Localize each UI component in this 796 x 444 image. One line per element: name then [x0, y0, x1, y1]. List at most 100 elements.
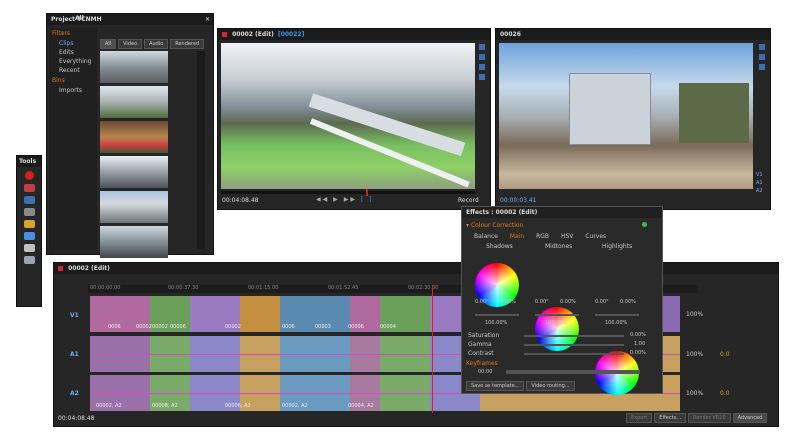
track-header-v1[interactable]: V1 [70, 312, 79, 319]
midtones-level-slider[interactable] [535, 314, 579, 316]
advanced-button[interactable]: Advanced [732, 413, 768, 423]
audio-icon[interactable] [479, 64, 485, 70]
clip-thumbnail[interactable] [100, 226, 168, 258]
track-a2-button[interactable]: A2 [756, 187, 763, 195]
keyframe-time[interactable]: 00:00 [478, 369, 492, 375]
shadows-level-slider[interactable] [475, 314, 519, 316]
keyboard-icon[interactable] [23, 208, 35, 216]
highlights-level-slider[interactable] [595, 314, 639, 316]
sidebar-item-imports[interactable]: Imports [49, 86, 97, 95]
sidebar-item-bins[interactable]: Bins [49, 75, 97, 86]
timeline-end-timecode[interactable]: 00:04:08.48 [58, 415, 95, 422]
shadows-level[interactable]: 100.00% [485, 320, 507, 326]
library-scrollbar[interactable] [197, 51, 205, 249]
clip-label: 00002, A2 [282, 403, 308, 409]
library-search-label[interactable]: All [75, 15, 84, 22]
film-icon[interactable] [759, 54, 765, 60]
highlights-amount[interactable]: 0.00% [620, 299, 636, 305]
a1-zoom[interactable]: 100% [686, 351, 703, 358]
timeline-playhead[interactable] [432, 285, 433, 413]
folder-icon[interactable] [479, 44, 485, 50]
effects-enabled-indicator[interactable] [642, 222, 647, 227]
tab-rgb[interactable]: RGB [536, 233, 549, 240]
sidebar-item-edits[interactable]: Edits [49, 48, 97, 57]
export-button[interactable]: Export [626, 413, 653, 423]
gamma-value[interactable]: 1.00 [634, 341, 645, 347]
tab-main[interactable]: Main [510, 233, 524, 240]
highlights-angle[interactable]: 0.00° [595, 299, 609, 305]
a2-gain[interactable]: 0.0 [720, 390, 730, 397]
midtones-level[interactable]: 100.00% [545, 320, 567, 326]
track-header-a1[interactable]: A1 [70, 351, 79, 358]
gamma-slider[interactable] [524, 344, 624, 346]
export-icon[interactable] [23, 232, 35, 240]
sidebar-item-everything[interactable]: Everything [49, 57, 97, 66]
folder-icon[interactable] [759, 44, 765, 50]
film-icon[interactable] [479, 54, 485, 60]
midtones-amount[interactable]: 0.00% [560, 299, 576, 305]
network-icon[interactable] [23, 256, 35, 264]
a2-zoom[interactable]: 100% [686, 390, 703, 397]
close-icon[interactable]: ✕ [205, 14, 210, 25]
source-timecode[interactable]: 00:04:08.48 [222, 197, 259, 204]
record-button[interactable]: Record [458, 197, 479, 204]
track-header-a2[interactable]: A2 [70, 390, 79, 397]
video-routing-button[interactable]: Video routing... [526, 381, 575, 391]
record-icon[interactable] [24, 171, 34, 180]
render-button[interactable]: Render VR20 [687, 413, 731, 423]
saturation-slider[interactable] [524, 335, 624, 337]
shadows-angle[interactable]: 0.00° [475, 299, 489, 305]
settings-icon[interactable] [23, 244, 35, 252]
contrast-value[interactable]: 0.00% [630, 350, 646, 356]
settings-icon[interactable] [479, 74, 485, 80]
folder-icon[interactable] [23, 220, 35, 228]
saturation-value[interactable]: 0.00% [630, 332, 646, 338]
shadows-amount[interactable]: 0.00% [500, 299, 516, 305]
sidebar-item-recent[interactable]: Recent [49, 66, 97, 75]
track-select: V1 A1 A2 [756, 171, 763, 195]
tab-curves[interactable]: Curves [585, 233, 606, 240]
tab-hsv[interactable]: HSV [561, 233, 573, 240]
highlights-level[interactable]: 100.00% [605, 320, 627, 326]
tab-rendered[interactable]: Rendered [170, 39, 205, 49]
source-scrub-bar[interactable] [221, 189, 475, 196]
clip-label: 00002, A2 [96, 403, 122, 409]
clip-thumbnail[interactable] [100, 191, 168, 223]
play-icon[interactable]: ▶ [333, 196, 340, 203]
sidebar-item-clips[interactable]: Clips [49, 39, 97, 48]
tab-video[interactable]: Video [118, 39, 143, 49]
track-a1-button[interactable]: A1 [756, 179, 763, 187]
v1-zoom[interactable]: 100% [686, 311, 703, 318]
clip-thumbnail[interactable] [100, 51, 168, 83]
save-template-button[interactable]: Save as template... [466, 381, 525, 391]
ruler-mark: 00:00:37.30 [168, 285, 199, 291]
gamma-label: Gamma [468, 341, 492, 348]
audio-icon[interactable] [759, 64, 765, 70]
clip-thumbnail[interactable] [100, 121, 168, 153]
source-video-frame [221, 43, 475, 189]
clip-label: 00002 [225, 324, 241, 330]
tab-balance[interactable]: Balance [474, 233, 498, 240]
tab-all[interactable]: All [100, 39, 117, 49]
effects-tabs: Balance Main RGB HSV Curves [474, 233, 654, 240]
clip-thumbnail[interactable] [100, 156, 168, 188]
keyframe-track[interactable] [506, 370, 640, 374]
keyframes-label[interactable]: Keyframes [466, 360, 498, 367]
rewind-icon[interactable]: ◀◀ [316, 196, 329, 203]
film-icon[interactable] [23, 196, 35, 204]
contrast-slider[interactable] [524, 353, 624, 355]
expand-icon: ▾ [466, 222, 470, 229]
clip-thumbnail[interactable] [100, 86, 168, 118]
mark-out-icon[interactable]: ] [369, 196, 373, 203]
tab-audio[interactable]: Audio [144, 39, 169, 49]
fast-forward-icon[interactable]: ▶▶ [344, 196, 357, 203]
mark-in-icon[interactable]: [ [361, 196, 365, 203]
sidebar-item-filters[interactable]: Filters [49, 28, 97, 39]
effects-section-title[interactable]: ▾ Colour Correction [466, 222, 523, 229]
track-v1-button[interactable]: V1 [756, 171, 763, 179]
record-timecode[interactable]: 00:00:03.41 [500, 197, 537, 204]
effects-button[interactable]: Effects... [654, 413, 687, 423]
capture-icon[interactable] [23, 184, 35, 192]
a1-gain[interactable]: 0.0 [720, 351, 730, 358]
midtones-angle[interactable]: 0.00° [535, 299, 549, 305]
